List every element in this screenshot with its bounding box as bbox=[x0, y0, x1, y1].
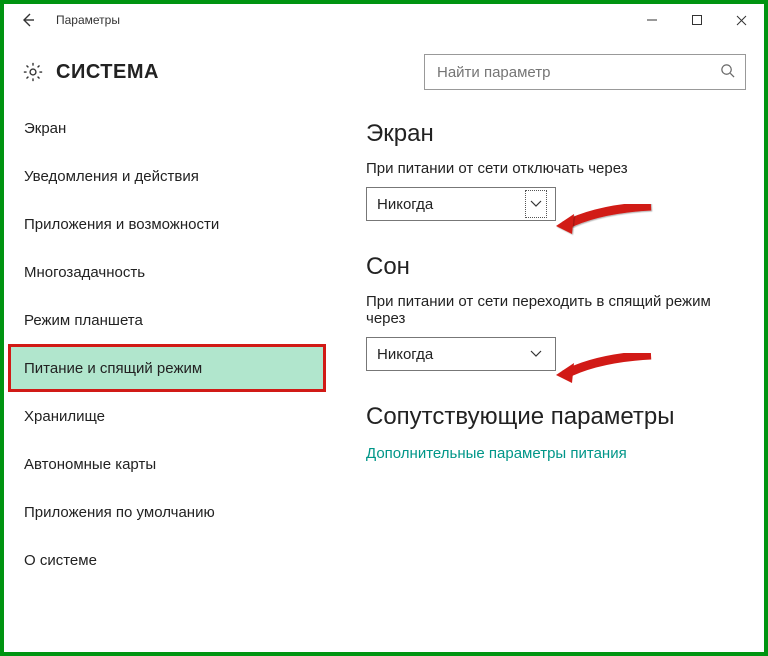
sidebar-item-apps[interactable]: Приложения и возможности bbox=[8, 200, 326, 248]
sidebar-item-display[interactable]: Экран bbox=[8, 104, 326, 152]
dropdown-value: Никогда bbox=[377, 196, 433, 213]
screen-off-dropdown[interactable]: Никогда bbox=[366, 187, 556, 221]
sleep-label: При питании от сети переходить в спящий … bbox=[366, 293, 726, 327]
dropdown-value: Никогда bbox=[377, 346, 433, 363]
sidebar-item-power-sleep[interactable]: Питание и спящий режим bbox=[8, 344, 326, 392]
search-input[interactable] bbox=[435, 63, 720, 82]
arrow-left-icon bbox=[21, 13, 35, 27]
maximize-icon bbox=[692, 15, 702, 25]
gear-icon bbox=[22, 61, 44, 83]
sidebar-item-tablet-mode[interactable]: Режим планшета bbox=[8, 296, 326, 344]
section-screen: Экран При питании от сети отключать чере… bbox=[366, 120, 748, 221]
body: Экран Уведомления и действия Приложения … bbox=[8, 100, 760, 648]
window: Параметры СИСТЕМА bbox=[0, 0, 768, 656]
screen-off-label: При питании от сети отключать через bbox=[366, 160, 748, 177]
main-content: Экран При питании от сети отключать чере… bbox=[326, 100, 760, 648]
sidebar-item-label: Экран bbox=[24, 120, 66, 137]
window-title: Параметры bbox=[56, 13, 120, 27]
sidebar-item-label: Режим планшета bbox=[24, 312, 143, 329]
back-button[interactable] bbox=[12, 4, 44, 36]
page-title: СИСТЕМА bbox=[56, 61, 159, 84]
titlebar: Параметры bbox=[4, 4, 764, 36]
annotation-arrow bbox=[556, 353, 656, 393]
sidebar-item-label: Приложения и возможности bbox=[24, 216, 219, 233]
sidebar-item-about[interactable]: О системе bbox=[8, 536, 326, 584]
section-title: Сопутствующие параметры bbox=[366, 403, 748, 431]
sidebar-item-multitasking[interactable]: Многозадачность bbox=[8, 248, 326, 296]
close-icon bbox=[736, 15, 747, 26]
annotation-arrow bbox=[556, 204, 656, 244]
header: СИСТЕМА bbox=[4, 36, 764, 100]
sidebar-item-label: Автономные карты bbox=[24, 456, 156, 473]
maximize-button[interactable] bbox=[674, 5, 719, 35]
sidebar-item-notifications[interactable]: Уведомления и действия bbox=[8, 152, 326, 200]
chevron-down-icon bbox=[523, 338, 549, 370]
sidebar-item-label: О системе bbox=[24, 552, 97, 569]
sleep-dropdown[interactable]: Никогда bbox=[366, 337, 556, 371]
search-icon bbox=[720, 63, 735, 82]
sidebar-item-label: Уведомления и действия bbox=[24, 168, 199, 185]
sidebar-item-label: Питание и спящий режим bbox=[24, 360, 202, 377]
section-title: Сон bbox=[366, 253, 748, 281]
sidebar-item-label: Хранилище bbox=[24, 408, 105, 425]
close-button[interactable] bbox=[719, 5, 764, 35]
section-related: Сопутствующие параметры Дополнительные п… bbox=[366, 403, 748, 462]
section-title: Экран bbox=[366, 120, 748, 148]
sidebar-item-storage[interactable]: Хранилище bbox=[8, 392, 326, 440]
chevron-down-icon bbox=[523, 188, 549, 220]
sidebar-item-default-apps[interactable]: Приложения по умолчанию bbox=[8, 488, 326, 536]
additional-power-link[interactable]: Дополнительные параметры питания bbox=[366, 445, 748, 462]
minimize-icon bbox=[647, 15, 657, 25]
minimize-button[interactable] bbox=[629, 5, 674, 35]
sidebar-item-offline-maps[interactable]: Автономные карты bbox=[8, 440, 326, 488]
section-sleep: Сон При питании от сети переходить в спя… bbox=[366, 253, 748, 371]
sidebar-item-label: Приложения по умолчанию bbox=[24, 504, 215, 521]
sidebar: Экран Уведомления и действия Приложения … bbox=[8, 100, 326, 648]
sidebar-item-label: Многозадачность bbox=[24, 264, 145, 281]
search-box[interactable] bbox=[424, 54, 746, 90]
